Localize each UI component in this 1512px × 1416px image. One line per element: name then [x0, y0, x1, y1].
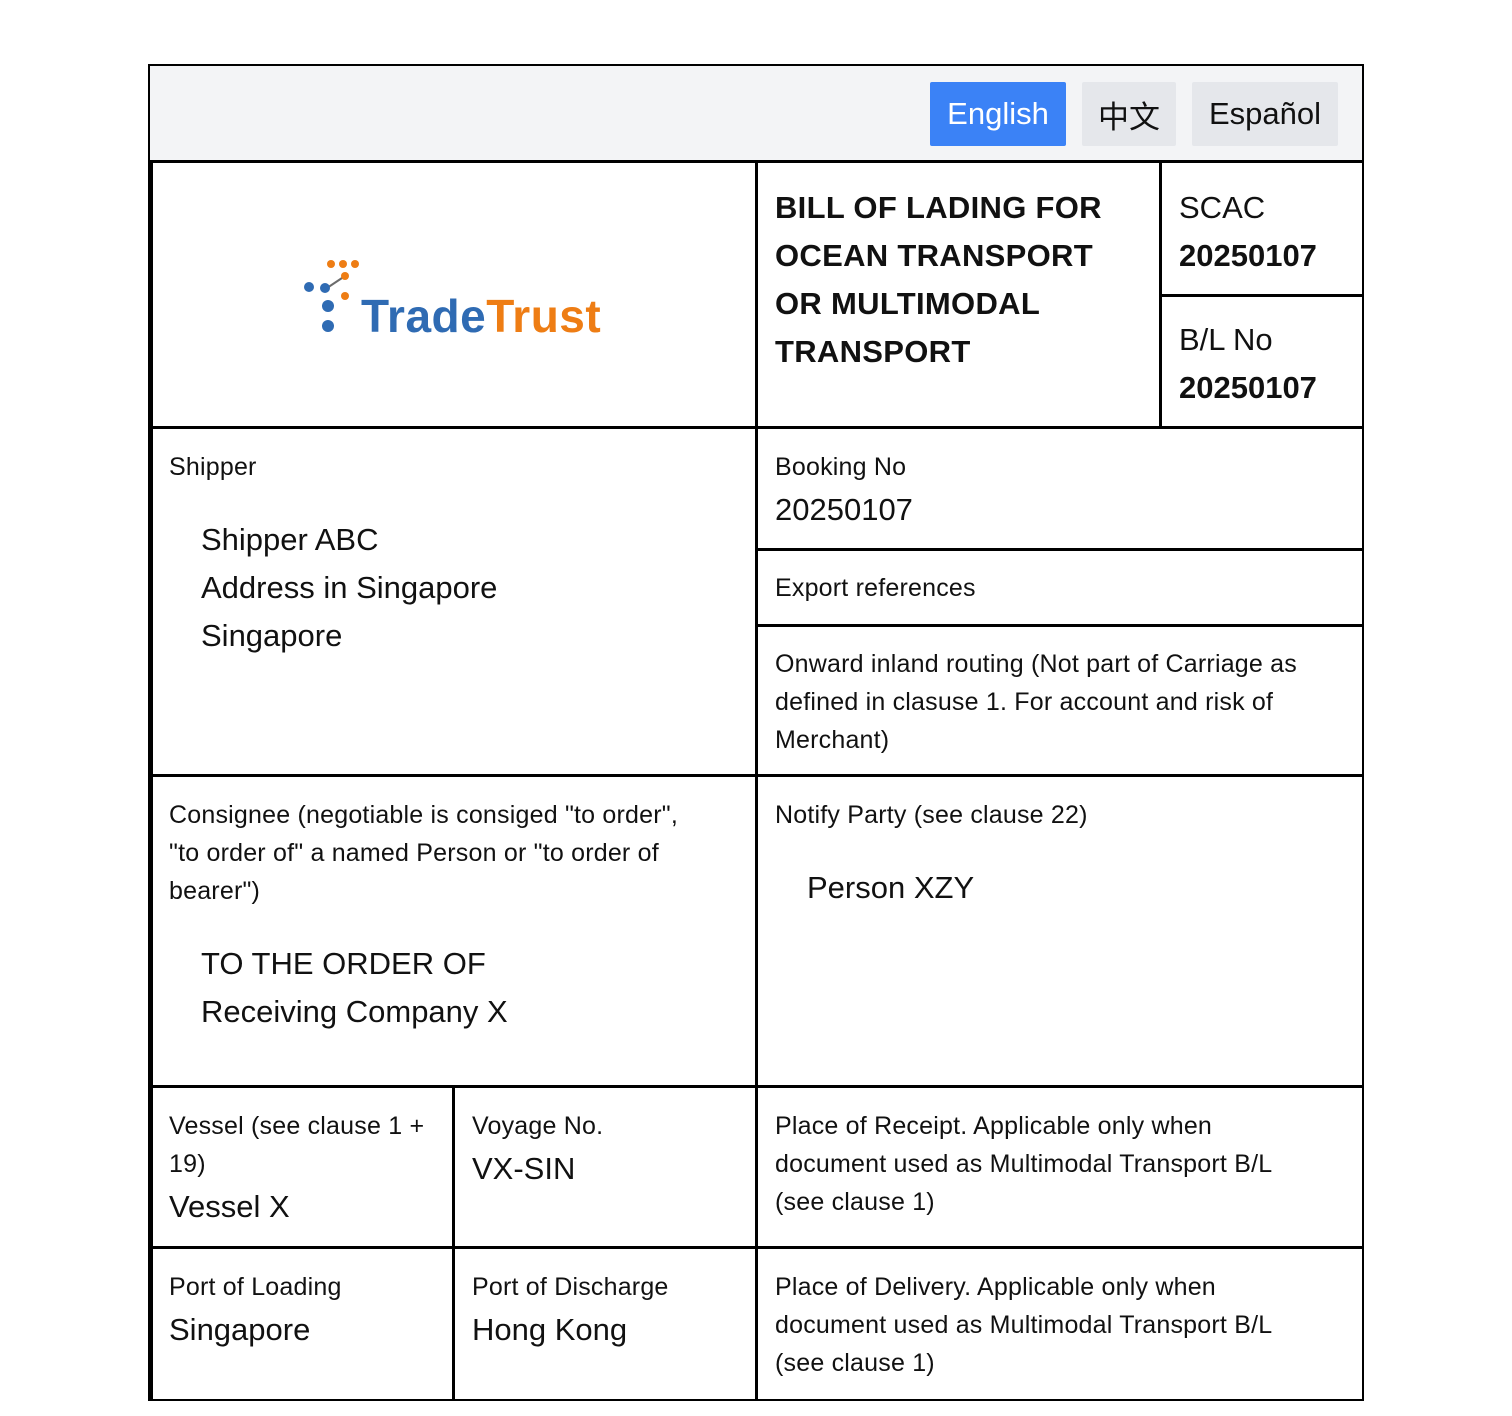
place-of-receipt-label-line: (see clause 1)	[775, 1188, 935, 1216]
shipper-address: Address in Singapore	[201, 570, 498, 605]
place-of-delivery-label-line: document used as Multimodal Transport B/…	[775, 1311, 1273, 1339]
title-line: BILL OF LADING FOR	[775, 190, 1102, 225]
language-button-chinese[interactable]: 中文	[1082, 82, 1176, 146]
place-of-delivery-label-line: Place of Delivery. Applicable only when	[775, 1273, 1216, 1301]
shipper-label: Shipper	[169, 453, 257, 481]
logo-word-trust: Trust	[486, 290, 602, 342]
logo-cell: TradeTrust	[153, 166, 755, 426]
place-of-receipt-label-line: Place of Receipt. Applicable only when	[775, 1112, 1213, 1140]
consignee-label-line: "to order of" a named Person or "to orde…	[169, 839, 659, 867]
tradetrust-logo-mark-icon	[304, 260, 359, 332]
tradetrust-logo: TradeTrust	[303, 258, 603, 342]
scac-value: 20250107	[1179, 238, 1317, 273]
place-of-receipt-cell: Place of Receipt. Applicable only when d…	[775, 1107, 1355, 1221]
bl-no-cell: B/L No 20250107	[1179, 316, 1359, 412]
onward-routing-label-line: defined in clasuse 1. For account and ri…	[775, 688, 1274, 716]
consignee-line: Receiving Company X	[201, 994, 508, 1029]
port-of-loading-value: Singapore	[169, 1312, 311, 1347]
notify-party-label: Notify Party (see clause 22)	[775, 801, 1088, 829]
bill-of-lading-document: English 中文 Español TradeTrust BILL OF LA…	[148, 64, 1364, 1401]
consignee-line: TO THE ORDER OF	[201, 946, 486, 981]
shipper-country: Singapore	[201, 618, 343, 653]
tradetrust-wordmark: TradeTrust	[361, 288, 601, 344]
port-of-discharge-value: Hong Kong	[472, 1312, 628, 1347]
scac-cell: SCAC 20250107	[1179, 184, 1359, 280]
place-of-delivery-label-line: (see clause 1)	[775, 1349, 935, 1377]
consignee-details: TO THE ORDER OF Receiving Company X	[169, 940, 749, 1036]
scac-label: SCAC	[1179, 190, 1266, 225]
language-button-english[interactable]: English	[930, 82, 1066, 146]
consignee-cell: Consignee (negotiable is consiged "to or…	[169, 796, 749, 1036]
language-button-spanish[interactable]: Español	[1192, 82, 1338, 146]
export-references-cell: Export references	[775, 569, 1355, 607]
place-of-receipt-label-line: document used as Multimodal Transport B/…	[775, 1150, 1273, 1178]
voyage-label: Voyage No.	[472, 1112, 604, 1140]
shipper-name: Shipper ABC	[201, 522, 379, 557]
port-of-loading-label: Port of Loading	[169, 1273, 342, 1301]
grid-line	[150, 1246, 1362, 1249]
shipper-cell: Shipper Shipper ABC Address in Singapore…	[169, 448, 749, 660]
vessel-label-line: Vessel (see clause 1 +	[169, 1112, 425, 1140]
title-line: OR MULTIMODAL	[775, 286, 1041, 321]
grid-line	[150, 426, 1362, 429]
voyage-value: VX-SIN	[472, 1151, 576, 1186]
grid-line	[150, 774, 1362, 777]
onward-routing-label-line: Onward inland routing (Not part of Carri…	[775, 650, 1297, 678]
voyage-cell: Voyage No. VX-SIN	[472, 1107, 752, 1193]
port-of-discharge-cell: Port of Discharge Hong Kong	[472, 1268, 752, 1354]
grid-line	[452, 1085, 455, 1399]
port-of-loading-cell: Port of Loading Singapore	[169, 1268, 449, 1354]
grid-line	[755, 548, 1362, 551]
vessel-value: Vessel X	[169, 1189, 290, 1224]
notify-party-details: Person XZY	[775, 864, 1355, 912]
onward-routing-label-line: Merchant)	[775, 726, 890, 754]
booking-value: 20250107	[775, 492, 913, 527]
document-title: BILL OF LADING FOR OCEAN TRANSPORT OR MU…	[775, 184, 1155, 376]
booking-cell: Booking No 20250107	[775, 448, 1355, 534]
notify-party-cell: Notify Party (see clause 22) Person XZY	[775, 796, 1355, 912]
vessel-label-line: 19)	[169, 1150, 206, 1178]
language-selector-bar: English 中文 Español	[150, 66, 1362, 163]
bl-no-value: 20250107	[1179, 370, 1317, 405]
port-of-discharge-label: Port of Discharge	[472, 1273, 669, 1301]
consignee-label-line: Consignee (negotiable is consiged "to or…	[169, 801, 678, 829]
grid-line	[150, 1085, 1362, 1088]
logo-word-trade: Trade	[361, 290, 487, 342]
grid-line	[755, 624, 1362, 627]
grid-line	[1159, 294, 1362, 297]
onward-routing-cell: Onward inland routing (Not part of Carri…	[775, 645, 1355, 759]
title-line: OCEAN TRANSPORT	[775, 238, 1093, 273]
place-of-delivery-cell: Place of Delivery. Applicable only when …	[775, 1268, 1355, 1382]
consignee-label-line: bearer")	[169, 877, 261, 905]
vessel-cell: Vessel (see clause 1 + 19) Vessel X	[169, 1107, 449, 1231]
grid-line	[755, 163, 758, 1399]
export-references-label: Export references	[775, 574, 976, 602]
title-line: TRANSPORT	[775, 334, 971, 369]
booking-label: Booking No	[775, 453, 907, 481]
bl-no-label: B/L No	[1179, 322, 1273, 357]
notify-party-value: Person XZY	[807, 870, 975, 905]
shipper-details: Shipper ABC Address in Singapore Singapo…	[169, 516, 749, 660]
